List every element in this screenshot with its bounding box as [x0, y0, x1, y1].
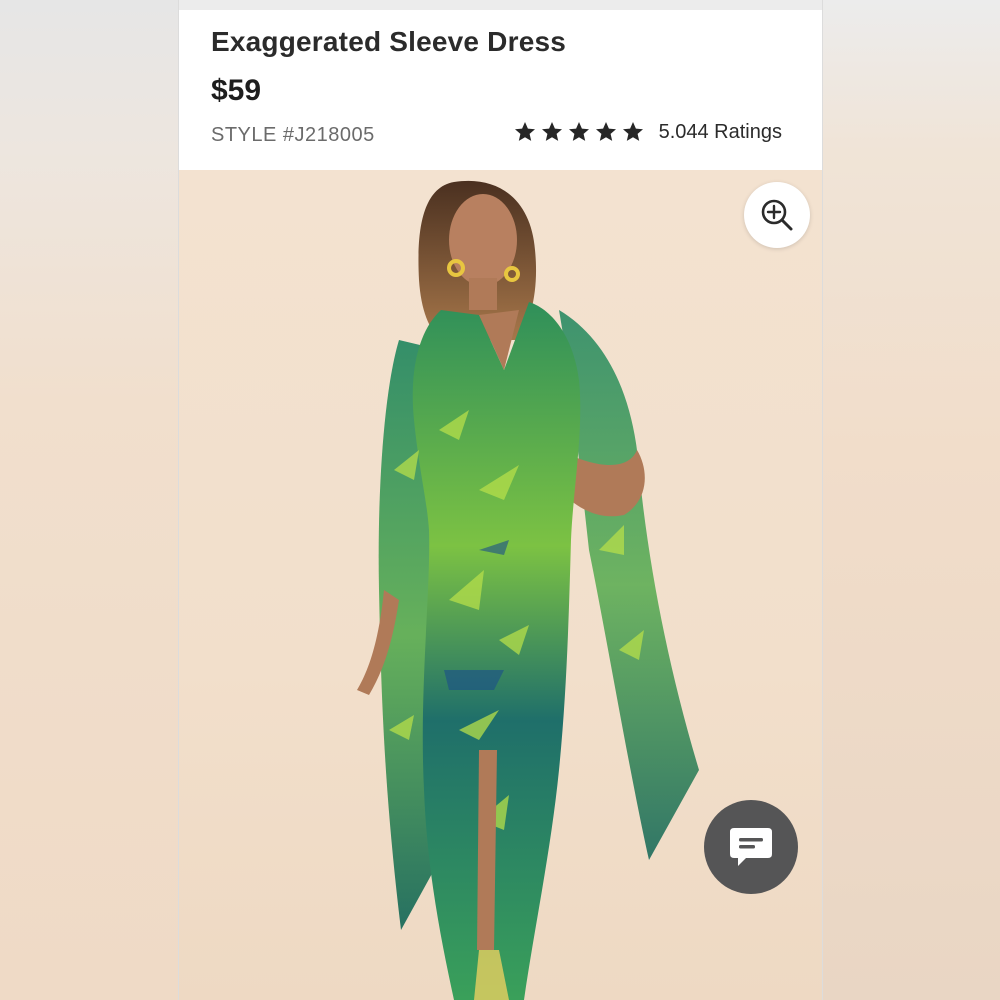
- background-right: [823, 0, 1000, 1000]
- star-icon: [622, 122, 643, 141]
- top-strip: [179, 0, 822, 10]
- chat-button[interactable]: [704, 800, 798, 894]
- zoom-in-icon: [761, 199, 793, 231]
- star-icon: [514, 122, 535, 141]
- star-icon: [595, 122, 616, 141]
- style-number: STYLE #J218005: [211, 124, 375, 146]
- zoom-button[interactable]: [744, 182, 810, 248]
- ratings-count: 5.044 Ratings: [658, 120, 782, 143]
- background-left: [0, 0, 178, 1000]
- chat-icon: [730, 828, 772, 866]
- product-image[interactable]: [179, 170, 822, 1000]
- product-screen: Exaggerated Sleeve Dress $59 STYLE #J218…: [178, 0, 823, 1000]
- star-icon: [541, 122, 562, 141]
- star-rating: [513, 120, 645, 144]
- star-icon: [568, 122, 589, 141]
- product-price: $59: [211, 74, 262, 107]
- product-title: Exaggerated Sleeve Dress: [211, 26, 567, 57]
- rating-summary[interactable]: 5.044 Ratings: [513, 120, 782, 144]
